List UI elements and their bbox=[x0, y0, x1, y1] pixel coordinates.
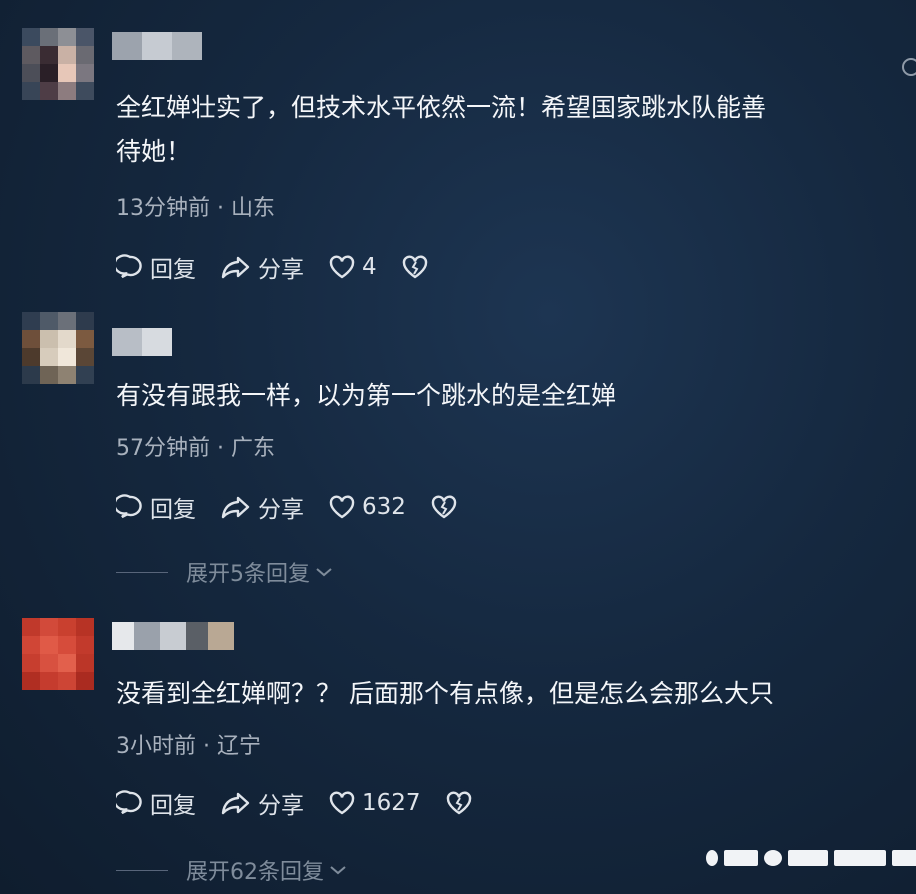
reply-button[interactable]: 回复 bbox=[116, 250, 196, 284]
comment-location: 辽宁 bbox=[217, 734, 262, 759]
comment-time: 57分钟前 bbox=[116, 436, 210, 461]
like-count: 1627 bbox=[362, 790, 421, 816]
comment-time: 3小时前 bbox=[116, 734, 196, 759]
comment-actions: 回复 分享 1627 bbox=[116, 786, 503, 820]
broken-heart-icon bbox=[402, 255, 427, 279]
reply-label: 回复 bbox=[150, 497, 196, 523]
share-arrow-icon bbox=[221, 256, 250, 279]
username-blurred[interactable] bbox=[112, 32, 202, 60]
share-button[interactable]: 分享 bbox=[220, 786, 304, 820]
comment-actions: 回复 分享 632 bbox=[116, 490, 488, 524]
chevron-down-icon bbox=[330, 866, 346, 875]
comment-time: 13分钟前 bbox=[116, 196, 210, 221]
comment-text-line: 有没有跟我一样，以为第一个跳水的是全红婵 bbox=[116, 381, 617, 410]
dislike-button[interactable] bbox=[430, 494, 464, 520]
share-label: 分享 bbox=[258, 257, 304, 283]
comment-text: 没看到全红婵啊？？ 后面那个有点像，但是怎么会那么大只 bbox=[116, 672, 916, 716]
watermark-blurred bbox=[706, 850, 916, 866]
username-blurred[interactable] bbox=[112, 622, 234, 650]
expand-replies-button[interactable]: 展开5条回复 bbox=[116, 556, 334, 588]
comment-meta: 3小时前 · 辽宁 bbox=[116, 728, 261, 760]
comment-text-line: 全红婵壮实了，但技术水平依然一流！希望国家跳水队能善 bbox=[116, 93, 767, 122]
username-blurred[interactable] bbox=[112, 328, 172, 356]
dislike-button[interactable] bbox=[445, 790, 479, 816]
avatar[interactable] bbox=[22, 618, 94, 690]
reply-label: 回复 bbox=[150, 793, 196, 819]
comment-actions: 回复 分享 4 bbox=[116, 250, 459, 284]
comment-location: 山东 bbox=[231, 196, 276, 221]
avatar[interactable] bbox=[22, 312, 94, 384]
avatar[interactable] bbox=[22, 28, 94, 100]
heart-icon bbox=[329, 791, 355, 815]
comment-bubble-icon bbox=[116, 494, 142, 519]
comment-meta: 57分钟前 · 广东 bbox=[116, 430, 275, 462]
comment-bubble-icon bbox=[116, 254, 142, 279]
comment-bubble-icon bbox=[116, 790, 142, 815]
share-button[interactable]: 分享 bbox=[220, 490, 304, 524]
broken-heart-icon bbox=[446, 791, 471, 815]
reply-button[interactable]: 回复 bbox=[116, 786, 196, 820]
reply-label: 回复 bbox=[150, 257, 196, 283]
broken-heart-icon bbox=[431, 495, 457, 519]
divider-line bbox=[116, 571, 168, 573]
expand-label: 展开5条回复 bbox=[186, 562, 310, 587]
like-button[interactable]: 632 bbox=[328, 494, 406, 520]
comment-text-line: 待她！ bbox=[116, 137, 192, 166]
meta-separator: · bbox=[217, 436, 224, 461]
heart-icon bbox=[329, 495, 355, 519]
comment-text-line: 没看到全红婵啊？？ 后面那个有点像，但是怎么会那么大只 bbox=[116, 679, 774, 708]
share-label: 分享 bbox=[258, 497, 304, 523]
heart-icon bbox=[329, 255, 355, 279]
expand-replies-button[interactable]: 展开62条回复 bbox=[116, 854, 348, 886]
like-button[interactable]: 4 bbox=[328, 254, 377, 280]
share-arrow-icon bbox=[221, 792, 250, 815]
share-arrow-icon bbox=[221, 496, 250, 519]
meta-separator: · bbox=[203, 734, 210, 759]
share-label: 分享 bbox=[258, 793, 304, 819]
like-count: 4 bbox=[362, 254, 377, 280]
meta-separator: · bbox=[217, 196, 224, 221]
comment-location: 广东 bbox=[231, 436, 276, 461]
expand-label: 展开62条回复 bbox=[186, 860, 324, 885]
share-button[interactable]: 分享 bbox=[220, 250, 304, 284]
divider-line bbox=[116, 869, 168, 871]
like-button[interactable]: 1627 bbox=[328, 790, 421, 816]
comment-meta: 13分钟前 · 山东 bbox=[116, 190, 275, 222]
chevron-down-icon bbox=[316, 568, 332, 577]
reply-button[interactable]: 回复 bbox=[116, 490, 196, 524]
dislike-button[interactable] bbox=[401, 254, 435, 280]
like-count: 632 bbox=[362, 494, 406, 520]
comment-text: 全红婵壮实了，但技术水平依然一流！希望国家跳水队能善 待她！ bbox=[116, 86, 916, 174]
comment-text: 有没有跟我一样，以为第一个跳水的是全红婵 bbox=[116, 374, 916, 418]
more-icon[interactable] bbox=[902, 58, 916, 76]
